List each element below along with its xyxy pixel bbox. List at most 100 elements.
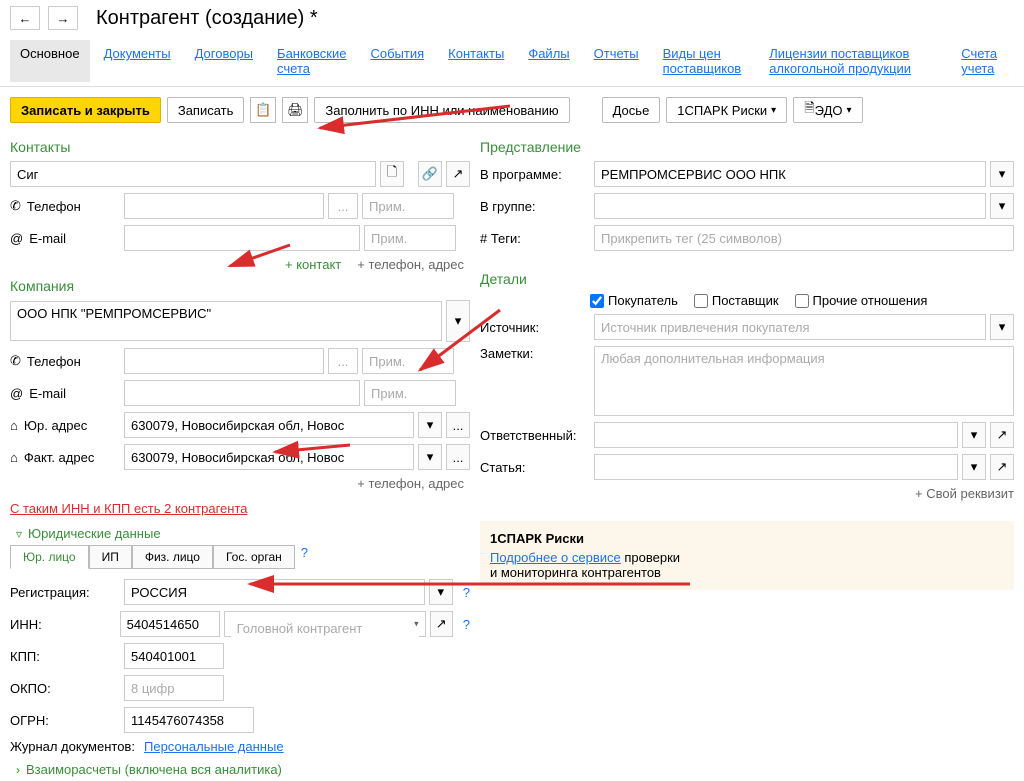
registration-input[interactable] xyxy=(124,579,425,605)
subtab-legal-entity[interactable]: Юр. лицо xyxy=(10,545,89,569)
article-open[interactable]: ↗ xyxy=(990,454,1014,480)
contacts-section-title: Контакты xyxy=(10,139,470,155)
responsible-input[interactable] xyxy=(594,422,958,448)
link-button[interactable]: 🔗 xyxy=(418,161,442,187)
help-icon-inn[interactable]: ? xyxy=(463,617,470,632)
inn-label: ИНН: xyxy=(10,617,116,632)
tab-reports[interactable]: Отчеты xyxy=(584,40,649,82)
chevron-down-icon-2: ▿ xyxy=(16,527,22,541)
tab-licenses[interactable]: Лицензии поставщиков алкогольной продукц… xyxy=(759,40,947,82)
parent-input[interactable] xyxy=(231,615,419,641)
responsible-dd[interactable]: ▾ xyxy=(962,422,986,448)
open-card-button[interactable]: 🗋 xyxy=(380,161,404,187)
help-icon-reg[interactable]: ? xyxy=(463,585,470,600)
tab-events[interactable]: События xyxy=(360,40,434,82)
tab-contacts[interactable]: Контакты xyxy=(438,40,514,82)
source-dd[interactable]: ▾ xyxy=(990,314,1014,340)
save-close-button[interactable]: Записать и закрыть xyxy=(10,97,161,123)
dossier-button[interactable]: Досье xyxy=(602,97,661,123)
actual-addr-dd[interactable]: ▾ xyxy=(418,444,442,470)
tab-documents[interactable]: Документы xyxy=(94,40,181,82)
subtab-ip[interactable]: ИП xyxy=(89,545,132,569)
copy-button[interactable]: 📋 xyxy=(250,97,276,123)
contact-name-input[interactable] xyxy=(10,161,376,187)
tab-ledger[interactable]: Счета учета xyxy=(951,40,1014,82)
notes-input[interactable] xyxy=(594,346,1014,416)
okpo-label: ОКПО: xyxy=(10,681,120,696)
tab-main[interactable]: Основное xyxy=(10,40,90,82)
forward-button[interactable]: → xyxy=(48,6,78,30)
stamp-icon: 🗎 xyxy=(804,99,814,121)
tab-files[interactable]: Файлы xyxy=(518,40,579,82)
ogrn-input[interactable] xyxy=(124,707,254,733)
actual-address-input[interactable] xyxy=(124,444,414,470)
add-contact-link[interactable]: + контакт xyxy=(285,257,341,272)
article-dd[interactable]: ▾ xyxy=(962,454,986,480)
source-label: Источник: xyxy=(480,320,590,335)
legal-data-expand[interactable]: ▿Юридические данные xyxy=(10,526,470,541)
article-input[interactable] xyxy=(594,454,958,480)
edo-button[interactable]: 🗎 ЭДО xyxy=(793,97,862,123)
company-name-input[interactable]: ООО НПК "РЕМПРОМСЕРВИС" xyxy=(10,301,442,341)
print-button[interactable]: 🖨 xyxy=(282,97,308,123)
tab-accounts[interactable]: Банковские счета xyxy=(267,40,356,82)
spark-button[interactable]: 1СПАРК Риски xyxy=(666,97,787,123)
contact-phone-input[interactable] xyxy=(124,193,324,219)
company-email-input[interactable] xyxy=(124,380,360,406)
company-phone-ext[interactable] xyxy=(328,348,358,374)
subtab-person[interactable]: Физ. лицо xyxy=(132,545,213,569)
company-phone-input[interactable] xyxy=(124,348,324,374)
phone-icon: ✆ xyxy=(10,198,21,214)
ext-link-button[interactable]: ↗ xyxy=(446,161,470,187)
buyer-checkbox[interactable]: Покупатель xyxy=(590,293,678,308)
okpo-input[interactable] xyxy=(124,675,224,701)
spark-link[interactable]: Подробнее о сервисе xyxy=(490,550,621,565)
parent-open[interactable]: ↗ xyxy=(430,611,453,637)
company-email-note[interactable] xyxy=(364,380,456,406)
settlements-expand[interactable]: ›Взаиморасчеты (включена вся аналитика) xyxy=(10,762,470,777)
legal-addr-more[interactable]: ... xyxy=(446,412,470,438)
contact-phone-ext[interactable] xyxy=(328,193,358,219)
add-phone-link[interactable]: + телефон, адрес xyxy=(357,257,464,272)
in-program-label: В программе: xyxy=(480,167,590,182)
tab-contracts[interactable]: Договоры xyxy=(185,40,263,82)
in-program-input[interactable] xyxy=(594,161,986,187)
inn-input[interactable] xyxy=(120,611,220,637)
legal-addr-dd[interactable]: ▾ xyxy=(418,412,442,438)
program-dd[interactable]: ▾ xyxy=(990,161,1014,187)
contact-phone-note[interactable] xyxy=(362,193,454,219)
company-add-phone-link[interactable]: + телефон, адрес xyxy=(357,476,464,491)
email-label: E-mail xyxy=(29,231,66,246)
legal-address-input[interactable] xyxy=(124,412,414,438)
registration-label: Регистрация: xyxy=(10,585,120,600)
email-icon: @ xyxy=(10,231,23,246)
subtab-gov[interactable]: Гос. орган xyxy=(213,545,295,569)
company-dd-button[interactable]: ▾ xyxy=(446,300,470,342)
save-button[interactable]: Записать xyxy=(167,97,245,123)
back-button[interactable]: ← xyxy=(10,6,40,30)
company-phone-note[interactable] xyxy=(362,348,454,374)
house-icon: ⌂ xyxy=(10,418,18,433)
contact-email-note[interactable] xyxy=(364,225,456,251)
email-icon-2: @ xyxy=(10,386,23,401)
registration-dd[interactable]: ▾ xyxy=(429,579,453,605)
house-icon-2: ⌂ xyxy=(10,450,18,465)
help-icon-tabs[interactable]: ? xyxy=(301,545,308,569)
actual-addr-more[interactable]: ... xyxy=(446,444,470,470)
kpp-input[interactable] xyxy=(124,643,224,669)
source-input[interactable] xyxy=(594,314,986,340)
in-group-input[interactable] xyxy=(594,193,986,219)
journal-link[interactable]: Персональные данные xyxy=(144,739,284,754)
fill-inn-button[interactable]: Заполнить по ИНН или наименованию xyxy=(314,97,569,123)
ogrn-label: ОГРН: xyxy=(10,713,120,728)
contact-email-input[interactable] xyxy=(124,225,360,251)
tab-price-types[interactable]: Виды цен поставщиков xyxy=(653,40,756,82)
tags-input[interactable] xyxy=(594,225,1014,251)
supplier-checkbox[interactable]: Поставщик xyxy=(694,293,779,308)
other-checkbox[interactable]: Прочие отношения xyxy=(795,293,928,308)
group-dd[interactable]: ▾ xyxy=(990,193,1014,219)
add-req-link[interactable]: + Свой реквизит xyxy=(915,486,1014,501)
duplicate-warning[interactable]: С таким ИНН и КПП есть 2 контрагента xyxy=(10,501,248,516)
responsible-open[interactable]: ↗ xyxy=(990,422,1014,448)
company-section-title: Компания xyxy=(10,278,470,294)
